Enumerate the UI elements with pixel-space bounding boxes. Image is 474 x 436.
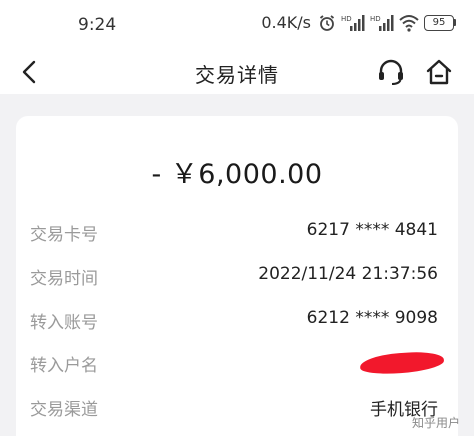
wifi-icon (399, 14, 419, 32)
row-label: 交易渠道 (30, 400, 98, 420)
transaction-detail-card: - ￥6,000.00 交易卡号 6217 **** 4841 交易时间 202… (16, 116, 458, 436)
detail-row-receiving-account: 转入账号 6212 **** 9098 (30, 308, 438, 334)
row-value: 2022/11/24 21:37:56 (258, 264, 438, 284)
detail-row-card-number: 交易卡号 6217 **** 4841 (30, 220, 438, 246)
row-value: 6212 **** 9098 (306, 308, 438, 328)
battery-icon: 95 (424, 14, 456, 31)
detail-row-receiving-name: 转入户名 (30, 350, 445, 377)
redaction-scribble (359, 350, 445, 376)
watermark: 知乎用户 (411, 416, 460, 430)
detail-row-channel: 交易渠道 手机银行 (30, 395, 438, 421)
navigation-bar: 交易详情 (0, 50, 474, 94)
home-icon[interactable] (424, 57, 454, 87)
signal-icon-1: HD (341, 14, 365, 32)
row-label: 交易时间 (30, 269, 98, 289)
alarm-icon (318, 14, 336, 32)
battery-level: 95 (424, 14, 454, 31)
transaction-amount: - ￥6,000.00 (151, 159, 323, 190)
status-time: 9:24 (78, 15, 117, 35)
status-icons: 0.4K/s HD HD 95 (261, 13, 456, 32)
row-label: 转入户名 (30, 356, 98, 376)
svg-text:HD: HD (370, 15, 381, 23)
battery-tip (454, 19, 456, 26)
detail-row-transaction-time: 交易时间 2022/11/24 21:37:56 (30, 264, 438, 290)
row-label: 转入账号 (30, 313, 98, 333)
svg-text:HD: HD (341, 15, 352, 23)
network-speed: 0.4K/s (261, 13, 311, 32)
signal-icon-2: HD (370, 14, 394, 32)
status-bar: 9:24 0.4K/s HD HD 95 (0, 0, 474, 50)
customer-service-headset-icon[interactable] (376, 57, 406, 87)
row-value: 6217 **** 4841 (306, 220, 438, 240)
row-label: 交易卡号 (30, 225, 98, 245)
